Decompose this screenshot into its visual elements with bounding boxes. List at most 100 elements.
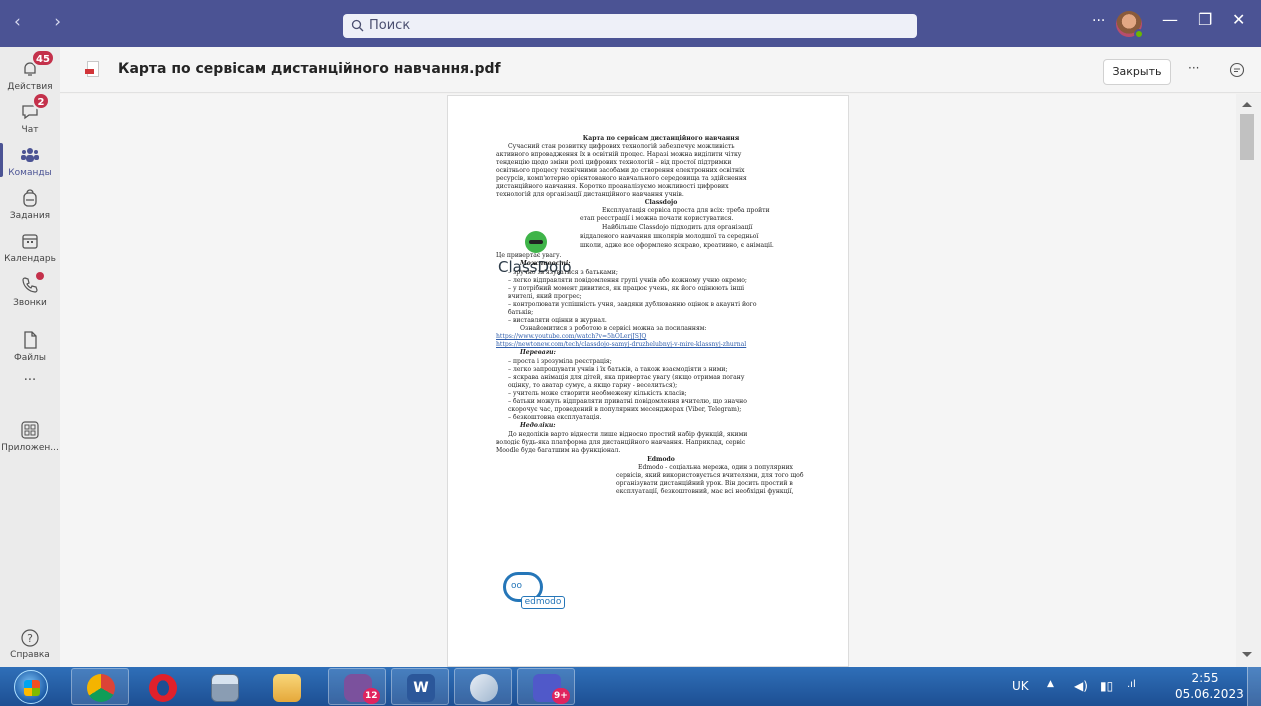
conversation-icon[interactable]: [1229, 62, 1245, 82]
doc-paragraph-line: Експлуатація сервіса проста для всіх: тр…: [602, 207, 770, 214]
chrome-icon: [87, 674, 115, 702]
status-available-icon: [1134, 29, 1144, 39]
rail-label: Звонки: [13, 298, 47, 308]
file-icon: [20, 330, 40, 350]
rail-calls[interactable]: Звонки: [0, 272, 60, 308]
chat-badge: 2: [32, 92, 50, 110]
folder-icon: [273, 674, 301, 702]
close-file-button[interactable]: Закрыть: [1103, 59, 1171, 85]
show-desktop-button[interactable]: [1247, 667, 1261, 706]
rail-label: Команды: [8, 168, 52, 178]
rail-files[interactable]: Файлы: [0, 330, 60, 363]
maximize-button[interactable]: ❐: [1198, 10, 1212, 29]
taskbar-app-viber[interactable]: 12: [328, 668, 386, 705]
activity-badge: 45: [31, 49, 55, 67]
network-icon[interactable]: .ıl: [1127, 679, 1136, 690]
show-hidden-icons[interactable]: ▲: [1047, 679, 1054, 689]
title-bar: ‹ › Поиск ··· — ❐ ✕: [0, 0, 1261, 47]
taskbar-app-calculator[interactable]: [195, 668, 253, 705]
list-item: – у потрібний момент дивитися, як працює…: [508, 285, 745, 292]
rail-label: Файлы: [14, 353, 46, 363]
list-item: – легко відправляти повідомлення групі у…: [508, 277, 747, 284]
scroll-down-icon[interactable]: [1242, 652, 1252, 657]
rail-label: Календарь: [4, 254, 56, 264]
history-nav[interactable]: ‹ ›: [14, 12, 75, 32]
start-button[interactable]: [14, 670, 48, 704]
pdf-page: Карта по сервісам дистанційного навчання…: [447, 95, 849, 667]
taskbar-app-explorer[interactable]: [257, 668, 315, 705]
rail-chat[interactable]: 2 Чат: [0, 92, 60, 135]
edmodo-logo: oo edmodo: [503, 572, 573, 612]
list-item: – контролювати успішність учня, завдяки …: [508, 301, 757, 308]
list-item: – проста і зрозуміла реєстрація;: [508, 358, 612, 365]
rail-label: Чат: [21, 125, 39, 135]
doc-paragraph-line: тенденцію щодо зміни ролі цифрових техно…: [496, 159, 732, 166]
help-label: Справка: [10, 650, 50, 660]
rail-label: Задания: [9, 211, 51, 221]
doc-paragraph-line: ресурсів, комп'ютерно орієнтованого навч…: [496, 175, 747, 182]
doc-paragraph-line: дистанційного навчання. Коротко проаналі…: [496, 183, 729, 190]
edmodo-heading: Edmodo: [647, 456, 675, 463]
pdf-file-icon: [85, 61, 99, 77]
doc-paragraph-line: володіє будь-яка платформа для дистанцій…: [496, 439, 746, 446]
taskbar-app-snipping[interactable]: [454, 668, 512, 705]
doc-paragraph-line: Це привертає увагу.: [496, 252, 562, 259]
edmodo-eyes-icon: oo: [511, 581, 523, 591]
rail-activity[interactable]: 45 Действия: [0, 49, 60, 92]
doc-paragraph-line: Ознайомитися з роботою в сервісі можна з…: [520, 325, 707, 332]
word-icon: W: [407, 674, 435, 702]
newtonew-link[interactable]: https://newtonew.com/tech/classdojo-samy…: [496, 341, 826, 348]
clock-time: 2:55: [1191, 671, 1219, 685]
rail-assignments[interactable]: Задания: [0, 188, 60, 221]
taskbar-app-chrome[interactable]: [71, 668, 129, 705]
doc-paragraph-line: Edmodo - соціальна мережа, один з популя…: [638, 464, 793, 471]
youtube-link[interactable]: https://www.youtube.com/watch?v=5hOLerjJ…: [496, 333, 826, 340]
edmodo-logo-text: edmodo: [521, 596, 565, 609]
search-icon: [351, 19, 364, 32]
list-item: – учитель може створити необмежену кільк…: [508, 390, 687, 397]
rail-help[interactable]: ? Справка: [0, 628, 60, 660]
list-item: – безкоштовна експлуатація.: [508, 414, 602, 421]
list-item: – зручно зв'язуватися з батьками;: [508, 269, 618, 276]
clock[interactable]: 2:55 05.06.2023: [1175, 670, 1244, 702]
list-item: – яскрава анімація для дітей, яка привер…: [508, 374, 745, 381]
taskbar-app-opera[interactable]: [133, 668, 191, 705]
more-options-button[interactable]: ···: [1188, 61, 1199, 75]
rail-more-apps[interactable]: ···: [0, 373, 60, 388]
rail-calendar[interactable]: Календарь: [0, 231, 60, 264]
taskbar-app-word[interactable]: W: [391, 668, 449, 705]
action-center-icon[interactable]: ▮▯: [1100, 679, 1113, 693]
teams-badge: 9+: [552, 688, 570, 704]
calculator-icon: [211, 674, 239, 702]
doc-paragraph-line: організувати дистанційний урок. Він доси…: [616, 480, 793, 487]
doc-paragraph-line: Сучасний стан розвитку цифрових технолог…: [508, 143, 735, 150]
doc-paragraph-line: До недоліків варто віднести лише відносн…: [508, 431, 748, 438]
close-window-button[interactable]: ✕: [1232, 10, 1245, 29]
doc-paragraph-line: віддаленого навчання школярів молодшої т…: [580, 233, 759, 240]
rail-teams[interactable]: Команды: [0, 143, 60, 178]
file-header: Карта по сервісам дистанційного навчання…: [60, 47, 1261, 93]
doc-paragraph-line: сервісів, який використовується вчителям…: [616, 472, 804, 479]
list-item: – легко запрошувати учнів і їх батьків, …: [508, 366, 728, 373]
apps-icon: [20, 420, 40, 440]
list-item: вчителі, який прогрес;: [508, 293, 582, 300]
avatar[interactable]: [1116, 11, 1144, 39]
svg-text:?: ?: [27, 632, 33, 645]
settings-more-button[interactable]: ···: [1092, 13, 1105, 29]
minimize-button[interactable]: —: [1162, 10, 1178, 29]
rail-label: Действия: [7, 82, 53, 92]
help-icon: ?: [20, 628, 40, 648]
scroll-thumb[interactable]: [1240, 114, 1254, 160]
search-input[interactable]: Поиск: [343, 14, 917, 38]
doc-heading: Карта по сервісам дистанційного навчання: [582, 135, 740, 142]
rail-label: Приложен...: [1, 443, 59, 453]
scroll-up-icon[interactable]: [1242, 102, 1252, 107]
viber-badge: 12: [363, 688, 380, 704]
taskbar-app-teams[interactable]: 9+: [517, 668, 575, 705]
rail-apps[interactable]: Приложен...: [0, 420, 60, 453]
doc-paragraph-line: технологій для організації дистанційного…: [496, 191, 684, 198]
volume-icon[interactable]: ◀): [1074, 679, 1088, 693]
clock-date: 05.06.2023: [1175, 687, 1244, 701]
viewer-scrollbar[interactable]: [1236, 94, 1261, 667]
language-indicator[interactable]: UK: [1012, 679, 1029, 693]
